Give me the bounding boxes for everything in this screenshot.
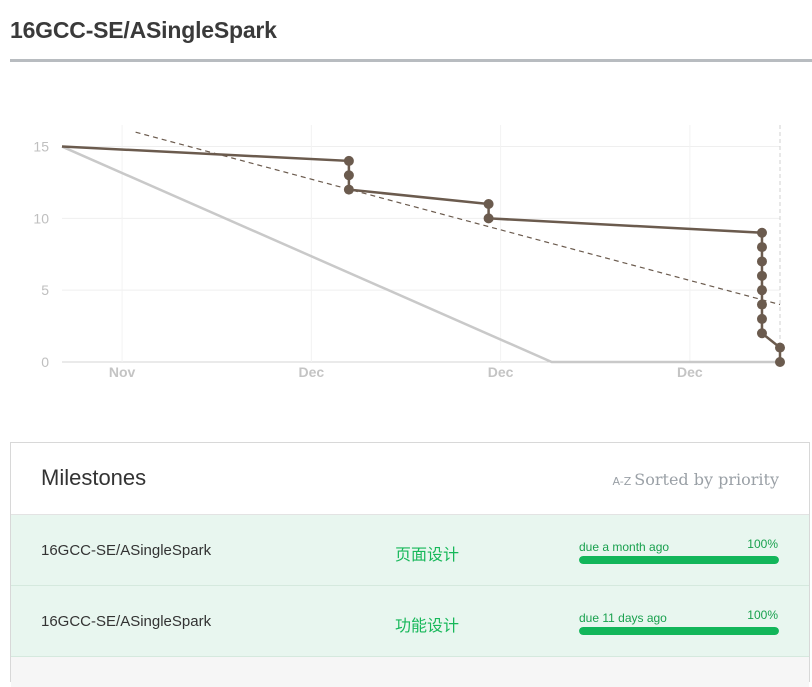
data-point [756, 227, 767, 238]
x-tick-label: Dec [677, 364, 703, 380]
y-tick-label: 10 [33, 210, 49, 226]
milestone-progress-bar [579, 627, 779, 635]
sort-by-priority-button[interactable]: A-Z Sorted by priority [612, 470, 779, 489]
y-tick-label: 0 [41, 354, 49, 370]
actual-burndown-line [61, 145, 782, 362]
data-point [343, 170, 354, 181]
data-point [756, 285, 767, 296]
sort-label: Sorted by priority [634, 470, 779, 489]
data-point [483, 213, 494, 224]
milestones-footer [11, 657, 809, 687]
data-point [775, 342, 785, 353]
data-point [756, 328, 767, 339]
milestone-row[interactable]: 16GCC-SE/ASingleSpark 页面设计 due a month a… [11, 515, 809, 586]
ideal-burndown-line [61, 145, 780, 364]
milestone-progress-fill [579, 627, 779, 635]
milestone-category[interactable]: 功能设计 [395, 612, 459, 636]
data-point [756, 313, 767, 324]
milestone-progress-bar [579, 556, 779, 564]
data-point [756, 256, 767, 267]
x-tick-label: Dec [299, 364, 325, 380]
x-tick-label: Dec [488, 364, 514, 380]
milestone-due: due a month ago [579, 540, 670, 554]
milestone-name[interactable]: 16GCC-SE/ASingleSpark [41, 542, 211, 559]
data-point [343, 184, 354, 195]
page-title: 16GCC-SE/ASingleSpark [10, 17, 277, 43]
data-point [775, 357, 785, 367]
data-point [756, 242, 767, 253]
sort-az-icon: A-Z [612, 475, 632, 488]
x-tick-label: Nov [109, 364, 136, 380]
data-point [756, 270, 767, 281]
milestones-header: Milestones A-Z Sorted by priority [11, 443, 809, 515]
milestone-category[interactable]: 页面设计 [395, 541, 459, 565]
milestones-title: Milestones [41, 465, 147, 490]
title-divider [10, 59, 812, 62]
milestones-panel: Milestones A-Z Sorted by priority 16GCC-S… [10, 442, 810, 687]
milestone-row[interactable]: 16GCC-SE/ASingleSpark 功能设计 due 11 days a… [11, 586, 809, 657]
y-tick-label: 15 [33, 139, 49, 155]
data-point [756, 299, 767, 310]
milestone-progress-fill [579, 556, 779, 564]
data-point [483, 199, 494, 209]
milestone-percent: 100% [747, 608, 778, 622]
milestone-percent: 100% [747, 537, 778, 551]
y-tick-label: 5 [41, 282, 49, 298]
milestone-name[interactable]: 16GCC-SE/ASingleSpark [41, 613, 211, 630]
data-point [343, 155, 354, 166]
milestone-due: due 11 days ago [579, 611, 667, 625]
burndown-chart: 051015NovDecDecDecDec [33, 125, 785, 380]
